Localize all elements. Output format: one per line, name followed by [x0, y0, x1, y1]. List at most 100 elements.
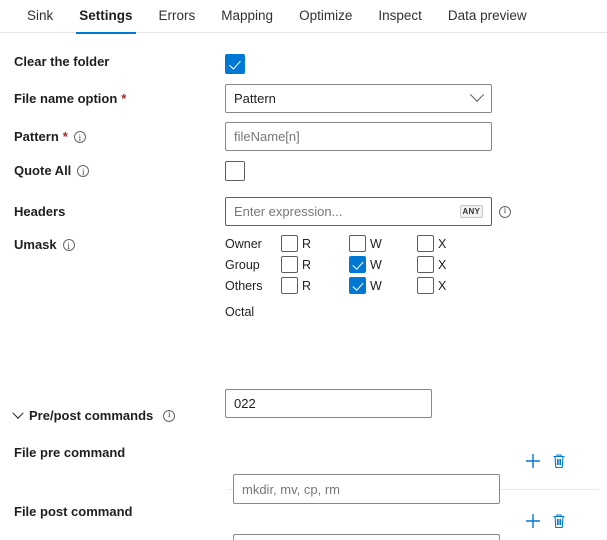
umask-label: Umask [0, 235, 225, 255]
file-pre-command-control: mkdir, mv, cp, rm [233, 474, 500, 504]
umask-row-owner: Owner R W X [225, 235, 485, 252]
pattern-label: Pattern * [0, 122, 225, 151]
headers-control: Enter expression... ANY [225, 197, 511, 226]
chevron-down-icon [12, 407, 23, 418]
umask-group-read-checkbox[interactable] [281, 256, 298, 273]
umask-group-write-checkbox[interactable] [349, 256, 366, 273]
umask-others-read-cell: R [281, 277, 349, 294]
umask-group-write-cell: W [349, 256, 417, 273]
umask-group-read-cell: R [281, 256, 349, 273]
file-name-option-value: Pattern [234, 91, 276, 106]
umask-row-others: Others R W X [225, 277, 485, 294]
info-icon[interactable] [499, 206, 511, 218]
umask-column-letter: W [370, 258, 382, 272]
trash-icon[interactable] [550, 512, 568, 530]
file-name-option-dropdown[interactable]: Pattern [225, 84, 492, 113]
umask-row-label: Group [225, 258, 281, 272]
umask-column-letter: X [438, 237, 446, 251]
quote-all-control [225, 161, 245, 181]
tab-inspect[interactable]: Inspect [365, 0, 435, 33]
file-post-command-input[interactable]: mkdir, mv, cp, rm [233, 534, 500, 540]
clear-folder-checkbox[interactable] [225, 54, 245, 74]
prepost-commands-label: Pre/post commands [29, 408, 153, 423]
trash-icon[interactable] [550, 452, 568, 470]
umask-column-letter: W [370, 279, 382, 293]
umask-others-execute-checkbox[interactable] [417, 277, 434, 294]
umask-others-write-cell: W [349, 277, 417, 294]
umask-column-letter: X [438, 279, 446, 293]
required-asterisk: * [63, 129, 68, 145]
tab-bar: Sink Settings Errors Mapping Optimize In… [0, 0, 607, 33]
field-row-headers: Headers Enter expression... ANY [0, 197, 607, 226]
field-row-umask: Umask Owner R W X [0, 235, 607, 319]
octal-input-value: 022 [234, 396, 256, 411]
clear-folder-label-text: Clear the folder [14, 54, 109, 70]
plus-icon[interactable] [524, 452, 542, 470]
octal-control: 022 [225, 389, 432, 418]
tab-sink[interactable]: Sink [14, 0, 66, 33]
file-name-option-label: File name option * [0, 84, 225, 113]
headers-expression-input[interactable]: Enter expression... ANY [225, 197, 492, 226]
info-icon[interactable] [74, 131, 86, 143]
tab-mapping[interactable]: Mapping [208, 0, 286, 33]
field-row-clear-folder: Clear the folder [0, 54, 607, 74]
umask-owner-read-cell: R [281, 235, 349, 252]
umask-others-read-checkbox[interactable] [281, 277, 298, 294]
file-pre-command-label-text: File pre command [14, 445, 125, 461]
chevron-down-icon [470, 87, 484, 101]
tab-settings[interactable]: Settings [66, 0, 145, 33]
umask-control: Owner R W X Group [225, 235, 485, 319]
plus-icon[interactable] [524, 512, 542, 530]
headers-input-placeholder: Enter expression... [234, 204, 342, 219]
file-post-command-label: File post command [0, 504, 225, 520]
info-icon[interactable] [63, 239, 75, 251]
file-pre-command-placeholder: mkdir, mv, cp, rm [242, 482, 340, 497]
tab-data-preview[interactable]: Data preview [435, 0, 540, 33]
umask-owner-execute-checkbox[interactable] [417, 235, 434, 252]
prepost-commands-section-header[interactable]: Pre/post commands [0, 408, 175, 423]
umask-column-letter: R [302, 237, 311, 251]
tab-optimize[interactable]: Optimize [286, 0, 365, 33]
any-type-badge[interactable]: ANY [460, 205, 484, 218]
field-row-file-name-option: File name option * Pattern [0, 84, 607, 113]
pattern-label-text: Pattern [14, 129, 59, 145]
headers-label: Headers [0, 197, 225, 226]
umask-column-letter: W [370, 237, 382, 251]
umask-owner-write-cell: W [349, 235, 417, 252]
clear-folder-label: Clear the folder [0, 54, 225, 70]
umask-label-text: Umask [14, 237, 57, 253]
pattern-input-placeholder: fileName[n] [234, 129, 300, 144]
umask-row-label: Owner [225, 237, 281, 251]
umask-owner-write-checkbox[interactable] [349, 235, 366, 252]
octal-label: Octal [225, 305, 485, 319]
octal-input[interactable]: 022 [225, 389, 432, 418]
quote-all-checkbox[interactable] [225, 161, 245, 181]
file-post-command-label-text: File post command [14, 504, 132, 520]
clear-folder-control [225, 54, 245, 74]
umask-group-execute-cell: X [417, 256, 485, 273]
umask-row-group: Group R W X [225, 256, 485, 273]
umask-owner-execute-cell: X [417, 235, 485, 252]
headers-label-text: Headers [14, 204, 65, 220]
pattern-input[interactable]: fileName[n] [225, 122, 492, 151]
info-icon[interactable] [163, 410, 175, 422]
file-pre-command-input[interactable]: mkdir, mv, cp, rm [233, 474, 500, 504]
umask-column-letter: R [302, 279, 311, 293]
umask-row-label: Others [225, 279, 281, 293]
umask-column-letter: X [438, 258, 446, 272]
field-row-pattern: Pattern * fileName[n] [0, 122, 607, 151]
umask-owner-read-checkbox[interactable] [281, 235, 298, 252]
file-pre-command-label: File pre command [0, 445, 225, 461]
tab-errors[interactable]: Errors [146, 0, 209, 33]
required-asterisk: * [121, 91, 126, 107]
file-name-option-control: Pattern [225, 84, 492, 113]
umask-others-write-checkbox[interactable] [349, 277, 366, 294]
umask-others-execute-cell: X [417, 277, 485, 294]
umask-permission-grid: Owner R W X Group [225, 235, 485, 319]
info-icon[interactable] [77, 165, 89, 177]
umask-column-letter: R [302, 258, 311, 272]
quote-all-label-text: Quote All [14, 163, 71, 179]
umask-group-execute-checkbox[interactable] [417, 256, 434, 273]
pattern-control: fileName[n] [225, 122, 492, 151]
file-post-command-control: mkdir, mv, cp, rm [233, 534, 500, 540]
